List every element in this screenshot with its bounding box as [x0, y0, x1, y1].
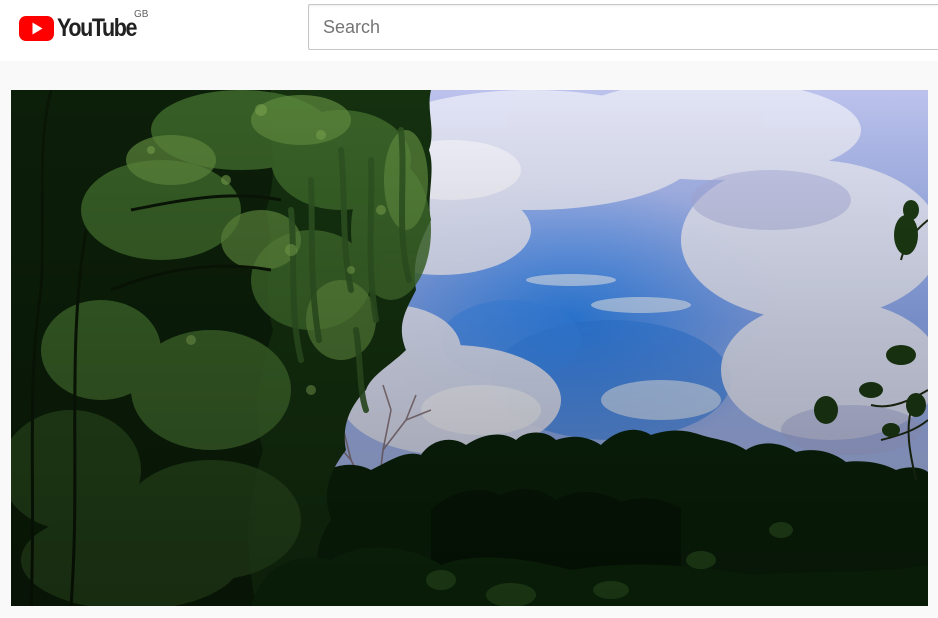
- video-frame: [11, 90, 928, 606]
- masthead: YouTube GB: [0, 0, 938, 61]
- search-input[interactable]: [309, 5, 938, 49]
- country-code: GB: [134, 9, 149, 20]
- logo-wordmark: YouTube: [57, 14, 138, 42]
- youtube-logo[interactable]: YouTube: [19, 14, 149, 42]
- video-player[interactable]: [11, 90, 928, 606]
- search-box[interactable]: [308, 4, 938, 50]
- youtube-play-icon: [19, 15, 54, 41]
